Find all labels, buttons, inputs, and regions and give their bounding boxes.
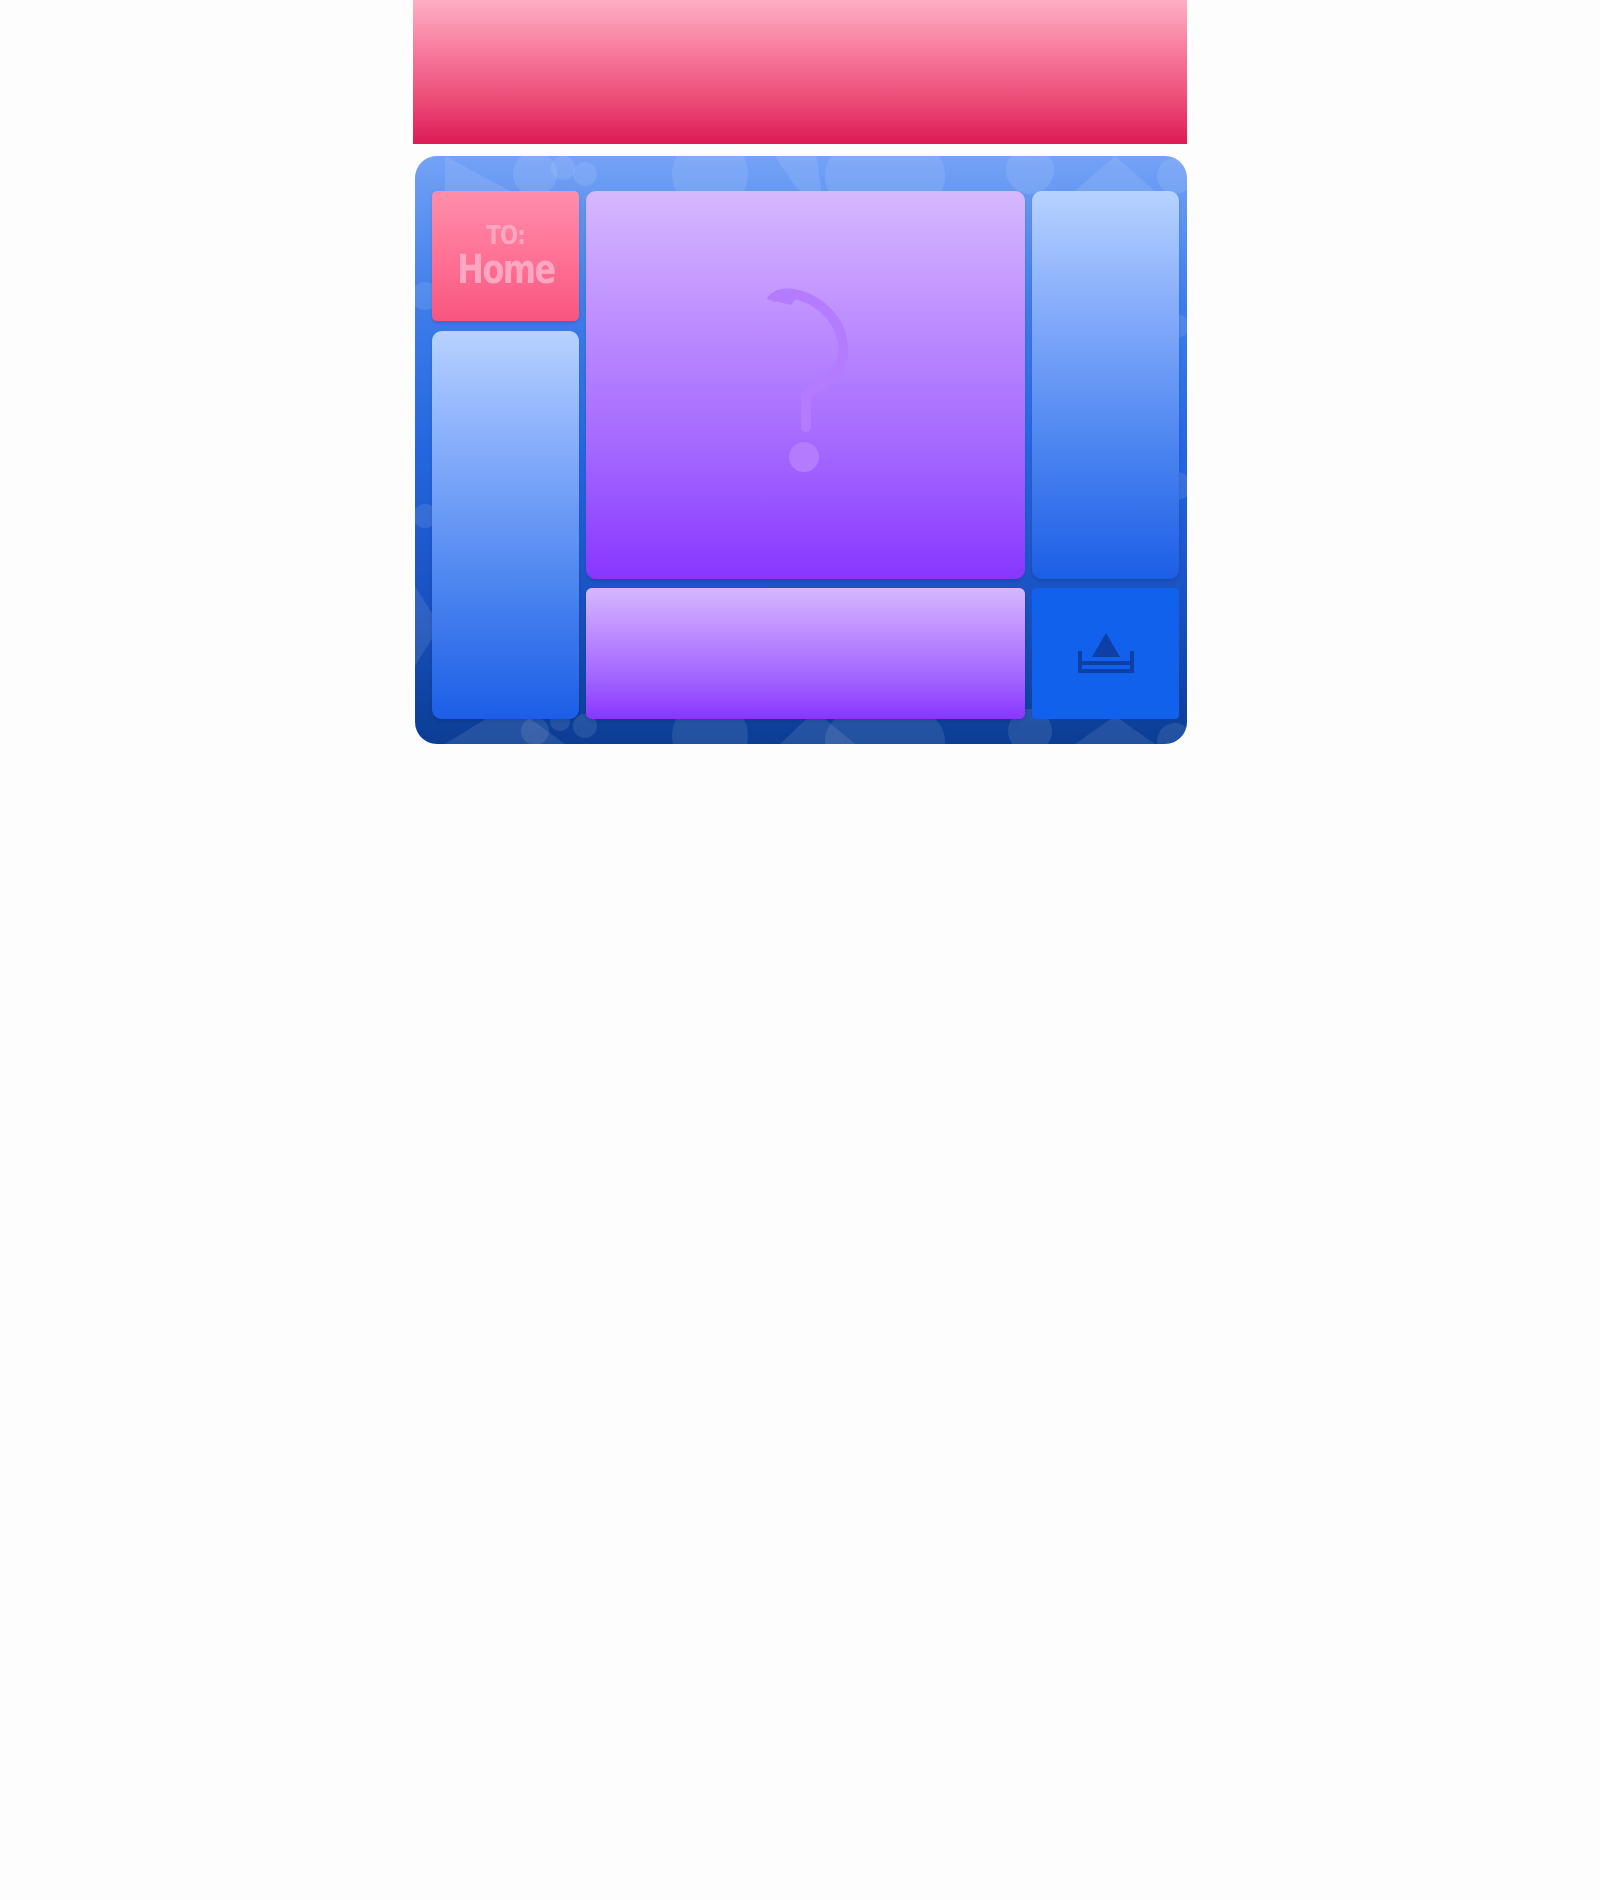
eject-upload-icon bbox=[1077, 632, 1134, 673]
right-tall-tile[interactable] bbox=[1032, 191, 1179, 579]
left-tall-tile[interactable] bbox=[432, 331, 579, 719]
game-screen: TO: Home bbox=[0, 0, 1600, 1900]
destination-tile[interactable]: TO: Home bbox=[432, 191, 579, 321]
question-mark-icon bbox=[766, 288, 848, 472]
purple-bar-tile[interactable] bbox=[586, 588, 1025, 719]
game-board: TO: Home bbox=[415, 156, 1187, 744]
eject-button[interactable] bbox=[1032, 588, 1179, 719]
destination-prefix: TO: bbox=[486, 221, 526, 251]
header-banner bbox=[413, 0, 1187, 144]
mystery-tile[interactable] bbox=[586, 191, 1025, 579]
destination-name: Home bbox=[456, 247, 556, 293]
